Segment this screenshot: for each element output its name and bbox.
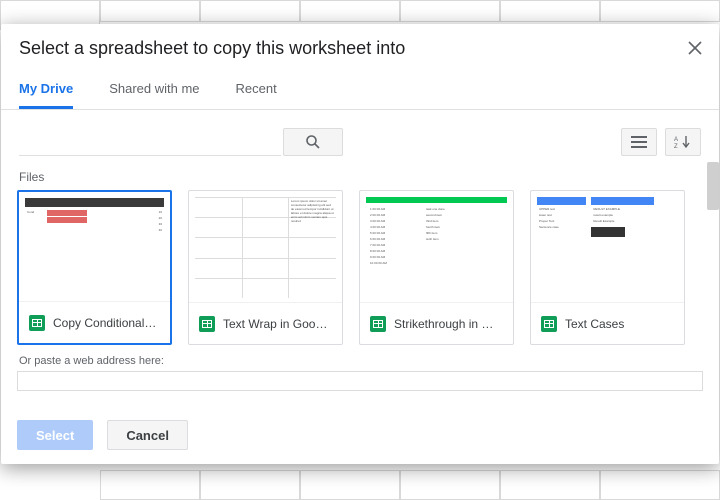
search-button[interactable] [283, 128, 343, 156]
file-thumbnail: Lorem ipsum dolor sit amet consectetur a… [195, 197, 336, 298]
select-button[interactable]: Select [17, 420, 93, 450]
sort-az-icon: A Z [674, 135, 692, 149]
scrollbar[interactable] [707, 162, 719, 210]
file-card[interactable]: UPPER text lower text Proper Text Senten… [530, 190, 685, 345]
sheets-icon [541, 316, 557, 332]
search-input[interactable] [19, 128, 281, 156]
tab-shared-with-me[interactable]: Shared with me [109, 69, 199, 109]
file-name: Copy Conditional… [53, 316, 156, 330]
file-grid: Cond 10 20 30 40 Copy Conditional… [17, 190, 703, 345]
file-name: Text Wrap in Goo… [223, 317, 327, 331]
modal-header: Select a spreadsheet to copy this worksh… [1, 24, 719, 69]
file-thumbnail: UPPER text lower text Proper Text Senten… [537, 197, 678, 298]
tab-my-drive[interactable]: My Drive [19, 69, 73, 109]
sheets-icon [370, 316, 386, 332]
file-card[interactable]: 1 00 00 AM 2 00 00 AM 3 00 00 AM 4 00 00… [359, 190, 514, 345]
search-icon [305, 134, 321, 150]
file-name: Text Cases [565, 317, 624, 331]
modal-title: Select a spreadsheet to copy this worksh… [19, 38, 405, 59]
paste-url-label: Or paste a web address here: [19, 355, 703, 367]
tab-recent[interactable]: Recent [236, 69, 277, 109]
list-view-button[interactable] [621, 128, 657, 156]
file-picker-modal: Select a spreadsheet to copy this worksh… [1, 24, 719, 464]
file-thumbnail: 1 00 00 AM 2 00 00 AM 3 00 00 AM 4 00 00… [366, 197, 507, 298]
svg-text:A: A [674, 137, 678, 143]
cancel-button[interactable]: Cancel [107, 420, 188, 450]
file-label-row: Text Cases [531, 302, 684, 344]
modal-footer: Select Cancel [1, 408, 719, 464]
toolbar: A Z [1, 110, 719, 162]
file-thumbnail: Cond 10 20 30 40 [25, 198, 164, 297]
content-area: Files Cond 10 20 30 40 Copy Conditional… [1, 162, 719, 408]
svg-text:Z: Z [674, 144, 678, 149]
file-label-row: Strikethrough in … [360, 302, 513, 344]
close-icon [688, 41, 702, 55]
file-name: Strikethrough in … [394, 317, 493, 331]
sheets-icon [29, 315, 45, 331]
sheets-icon [199, 316, 215, 332]
file-label-row: Copy Conditional… [19, 301, 170, 343]
tab-bar: My Drive Shared with me Recent [1, 69, 719, 110]
list-view-icon [631, 136, 647, 148]
file-card[interactable]: Lorem ipsum dolor sit amet consectetur a… [188, 190, 343, 345]
close-button[interactable] [685, 38, 705, 58]
sort-button[interactable]: A Z [665, 128, 701, 156]
section-label-files: Files [19, 170, 703, 184]
paste-url-input[interactable] [17, 371, 703, 391]
file-card[interactable]: Cond 10 20 30 40 Copy Conditional… [17, 190, 172, 345]
file-label-row: Text Wrap in Goo… [189, 302, 342, 344]
